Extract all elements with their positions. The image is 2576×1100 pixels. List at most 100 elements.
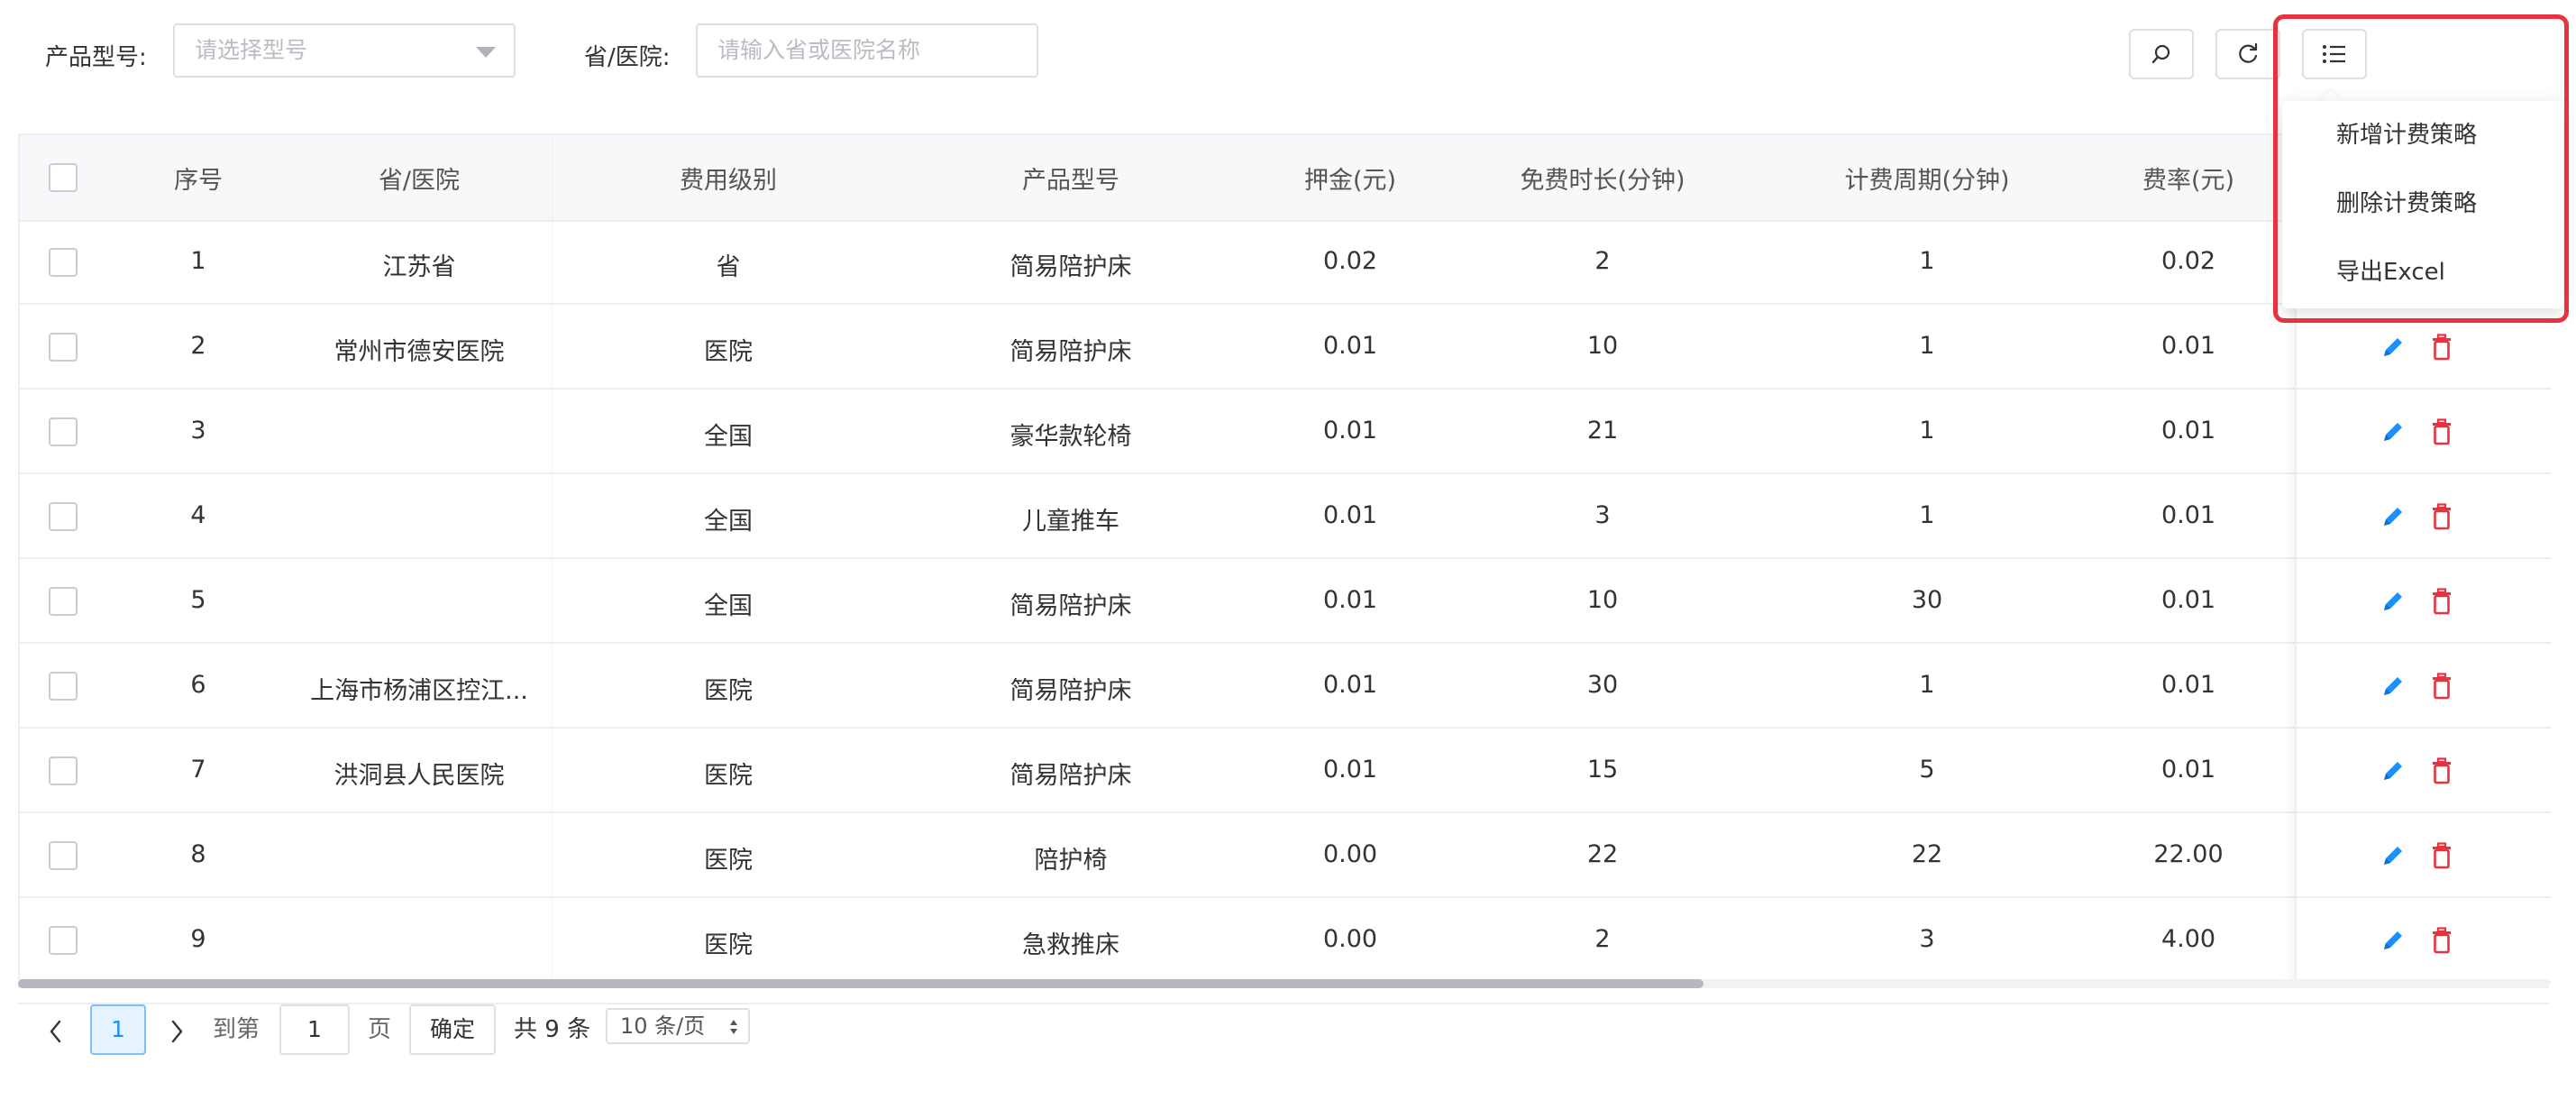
trash-icon[interactable]	[2426, 501, 2457, 532]
chevron-down-icon	[476, 47, 496, 58]
edit-icon[interactable]	[2378, 501, 2408, 532]
table-row: 9 医院 急救推床 0.00 2 3 4.00	[20, 898, 2547, 983]
cell-index: 8	[190, 840, 206, 868]
edit-icon[interactable]	[2378, 925, 2408, 956]
row-divider	[2297, 811, 2551, 813]
cell-rate: 0.01	[2160, 501, 2216, 529]
trash-icon[interactable]	[2426, 417, 2457, 447]
row-checkbox[interactable]	[49, 587, 78, 616]
page-1-button[interactable]: 1	[90, 1004, 146, 1055]
cell-product-model: 简易陪护床	[1009, 338, 1132, 366]
search-button[interactable]	[2129, 29, 2194, 79]
edit-icon[interactable]	[2378, 756, 2408, 786]
trash-icon[interactable]	[2426, 925, 2457, 956]
refresh-icon	[2239, 42, 2258, 63]
header-index: 序号	[174, 167, 223, 195]
cell-product-model: 简易陪护床	[1009, 253, 1132, 281]
cell-index: 2	[190, 332, 206, 360]
cell-deposit: 0.01	[1322, 417, 1378, 445]
row-checkbox[interactable]	[49, 333, 78, 362]
cell-index: 9	[190, 925, 206, 953]
cell-billing-cycle: 1	[1919, 671, 1935, 699]
header-rate: 费率(元)	[2142, 167, 2235, 195]
cell-fee-level: 全国	[704, 423, 753, 451]
sort-arrows-icon	[730, 1020, 737, 1034]
edit-icon[interactable]	[2378, 840, 2408, 871]
cell-billing-cycle: 3	[1919, 925, 1935, 953]
chevron-left-icon[interactable]	[47, 1019, 65, 1044]
cell-free-duration: 3	[1594, 501, 1611, 529]
trash-icon[interactable]	[2426, 840, 2457, 871]
row-checkbox[interactable]	[49, 417, 78, 446]
total-count: 共 9 条	[514, 1016, 591, 1043]
cell-billing-cycle: 5	[1919, 756, 1935, 784]
page-size-select[interactable]: 10 条/页	[606, 1008, 750, 1044]
cell-billing-cycle: 22	[1911, 840, 1943, 868]
row-checkbox[interactable]	[49, 841, 78, 870]
row-checkbox[interactable]	[49, 672, 78, 701]
cell-deposit: 0.01	[1322, 332, 1378, 360]
cell-province-hospital: 江苏省	[382, 253, 456, 281]
province-hospital-input[interactable]: 请输入省或医院名称	[696, 23, 1038, 78]
edit-icon[interactable]	[2378, 417, 2408, 447]
cell-rate: 0.02	[2160, 247, 2216, 275]
edit-icon[interactable]	[2378, 671, 2408, 701]
cell-billing-cycle: 30	[1911, 586, 1943, 614]
cell-free-duration: 21	[1586, 417, 1619, 445]
cell-free-duration: 30	[1586, 671, 1619, 699]
cell-billing-cycle: 1	[1919, 501, 1935, 529]
cell-index: 7	[190, 756, 206, 784]
trash-icon[interactable]	[2426, 671, 2457, 701]
cell-fee-level: 全国	[704, 592, 753, 620]
horizontal-scrollbar-thumb[interactable]	[18, 979, 1704, 988]
row-divider	[2297, 557, 2551, 559]
cell-index: 1	[190, 247, 206, 275]
table-row: 7 洪洞县人民医院 医院 简易陪护床 0.01 15 5 0.01	[20, 729, 2547, 813]
edit-icon[interactable]	[2378, 586, 2408, 617]
row-divider	[2297, 896, 2551, 898]
trash-icon[interactable]	[2426, 332, 2457, 362]
row-checkbox[interactable]	[49, 248, 78, 277]
cell-deposit: 0.01	[1322, 501, 1378, 529]
pagination: 1 到第 1 页 确定 共 9 条 10 条/页	[18, 1003, 2549, 1077]
cell-deposit: 0.00	[1322, 925, 1378, 953]
cell-free-duration: 15	[1586, 756, 1619, 784]
header-deposit: 押金(元)	[1303, 167, 1397, 195]
cell-fee-level: 医院	[704, 338, 753, 366]
cell-billing-cycle: 1	[1919, 417, 1935, 445]
header-fee-level: 费用级别	[680, 167, 777, 195]
table-row: 2 常州市德安医院 医院 简易陪护床 0.01 10 1 0.01	[20, 305, 2547, 390]
table-row: 6 上海市杨浦区控江... 医院 简易陪护床 0.01 30 1 0.01	[20, 644, 2547, 729]
cell-fee-level: 医院	[704, 847, 753, 875]
edit-icon[interactable]	[2378, 332, 2408, 362]
cell-free-duration: 10	[1586, 332, 1619, 360]
header-province-hospital: 省/医院	[378, 167, 461, 195]
goto-page-input[interactable]: 1	[279, 1004, 350, 1055]
trash-icon[interactable]	[2426, 756, 2457, 786]
cell-billing-cycle: 1	[1919, 332, 1935, 360]
row-checkbox[interactable]	[49, 756, 78, 785]
refresh-button[interactable]	[2215, 29, 2280, 79]
page-unit-label: 页	[368, 1016, 392, 1043]
cell-province-hospital: 常州市德安医院	[333, 338, 505, 366]
cell-rate: 0.01	[2160, 756, 2216, 784]
province-hospital-placeholder: 请输入省或医院名称	[717, 37, 921, 63]
header-product-model: 产品型号	[1022, 167, 1119, 195]
cell-product-model: 儿童推车	[1022, 508, 1119, 536]
row-divider	[2297, 727, 2551, 729]
row-checkbox[interactable]	[49, 502, 78, 531]
table-row: 4 全国 儿童推车 0.01 3 1 0.01	[20, 474, 2547, 559]
select-all-checkbox[interactable]	[49, 163, 78, 192]
product-model-select[interactable]: 请选择型号	[173, 23, 516, 78]
cell-product-model: 简易陪护床	[1009, 592, 1132, 620]
cell-rate: 0.01	[2160, 671, 2216, 699]
cell-product-model: 豪华款轮椅	[1009, 423, 1132, 451]
product-model-placeholder: 请选择型号	[195, 37, 308, 63]
cell-province-hospital: 洪洞县人民医院	[333, 762, 505, 790]
row-checkbox[interactable]	[49, 926, 78, 955]
goto-confirm-button[interactable]: 确定	[409, 1004, 496, 1055]
cell-product-model: 简易陪护床	[1009, 677, 1132, 705]
trash-icon[interactable]	[2426, 586, 2457, 617]
cell-rate: 0.01	[2160, 417, 2216, 445]
chevron-right-icon[interactable]	[168, 1019, 186, 1044]
